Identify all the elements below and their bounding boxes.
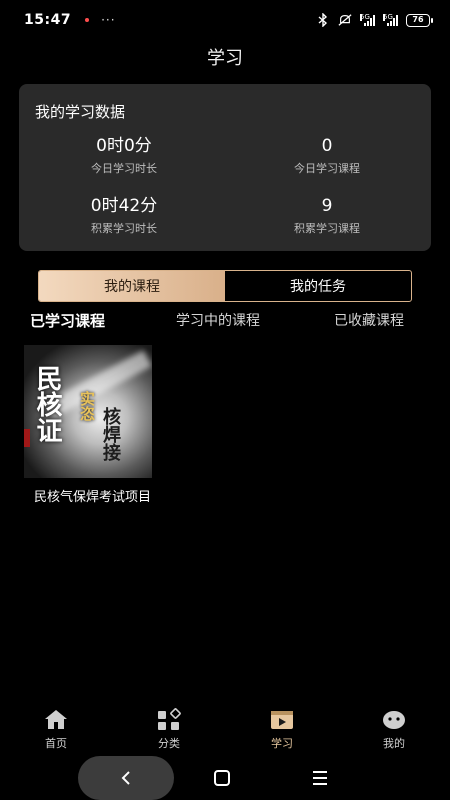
status-bar: 15:47 ··· 5G 5G 76 [0,0,450,40]
course-name[interactable]: 民核气保焊考试项目 [24,488,152,507]
bluetooth-icon [316,13,330,27]
tab-my-tasks[interactable]: 我的任务 [225,271,411,301]
page-title: 学习 [207,48,243,69]
course-cover-image[interactable]: 民核证 实恣 核焊接 [24,345,152,478]
cover-caption: 核焊接 [100,407,121,461]
tab-my-courses[interactable]: 我的课程 [39,271,225,301]
square-icon [214,770,230,786]
stat-value: 9 [321,196,333,216]
notification-dot-icon [85,18,90,22]
back-button[interactable] [78,756,174,800]
tab-favorite-courses[interactable]: 已收藏课程 [334,311,404,331]
category-icon [158,708,181,730]
profile-icon [383,711,405,729]
tab-in-progress-courses[interactable]: 学习中的课程 [176,311,260,331]
mute-icon [338,13,352,27]
course-task-segment: 我的课程 我的任务 [38,270,412,302]
recents-button[interactable] [310,768,330,788]
home-icon [45,710,67,729]
system-nav-bar [0,756,450,800]
stat-total-courses: 9 积累学习课程 [227,195,427,236]
nav-item-study[interactable]: 学习 [242,708,322,751]
signal-icon: 5G [360,14,375,26]
stat-label: 今日学习课程 [294,162,360,175]
status-time: 15:47 [24,12,72,28]
cover-title: 民核证 [32,365,62,443]
nav-item-home[interactable]: 首页 [16,708,96,751]
nav-label: 首页 [45,737,67,750]
stat-total-time: 0时42分 积累学习时长 [24,195,224,236]
course-filter-tabs: 已学习课程 学习中的课程 已收藏课程 [0,311,450,333]
cover-subtitle: 实恣 [78,391,96,421]
stat-label: 积累学习课程 [294,222,360,235]
cover-red-mark [24,429,30,447]
stat-label: 积累学习时长 [91,222,157,235]
status-icons: 5G 5G 76 [316,13,433,27]
stat-today-time: 0时0分 今日学习时长 [24,135,224,176]
learning-stats-card: 我的学习数据 0时0分 今日学习时长 0 今日学习课程 0时42分 积累学习时长… [19,84,431,251]
nav-item-profile[interactable]: 我的 [354,708,434,751]
stat-value: 0时42分 [90,196,158,216]
stats-title: 我的学习数据 [35,103,126,121]
stat-value: 0 [321,136,333,156]
nav-label: 学习 [271,737,293,750]
nav-label: 分类 [158,737,180,750]
stat-value: 0时0分 [96,136,152,156]
signal-icon-2: 5G [383,14,398,26]
stat-label: 今日学习时长 [91,162,157,175]
stat-today-courses: 0 今日学习课程 [227,135,427,176]
bottom-nav: 首页 分类 学习 我的 [0,708,450,756]
nav-item-category[interactable]: 分类 [129,708,209,751]
tab-learned-courses[interactable]: 已学习课程 [30,311,105,331]
battery-icon: 76 [406,13,433,27]
chevron-left-icon [121,771,130,785]
status-more: ··· [101,13,116,27]
menu-icon [313,771,327,785]
nav-label: 我的 [383,737,405,750]
home-button[interactable] [212,768,232,788]
course-card[interactable]: 民核证 实恣 核焊接 民核气保焊考试项目 [24,345,152,507]
cover-smoke [46,350,152,418]
video-play-icon [271,711,293,729]
